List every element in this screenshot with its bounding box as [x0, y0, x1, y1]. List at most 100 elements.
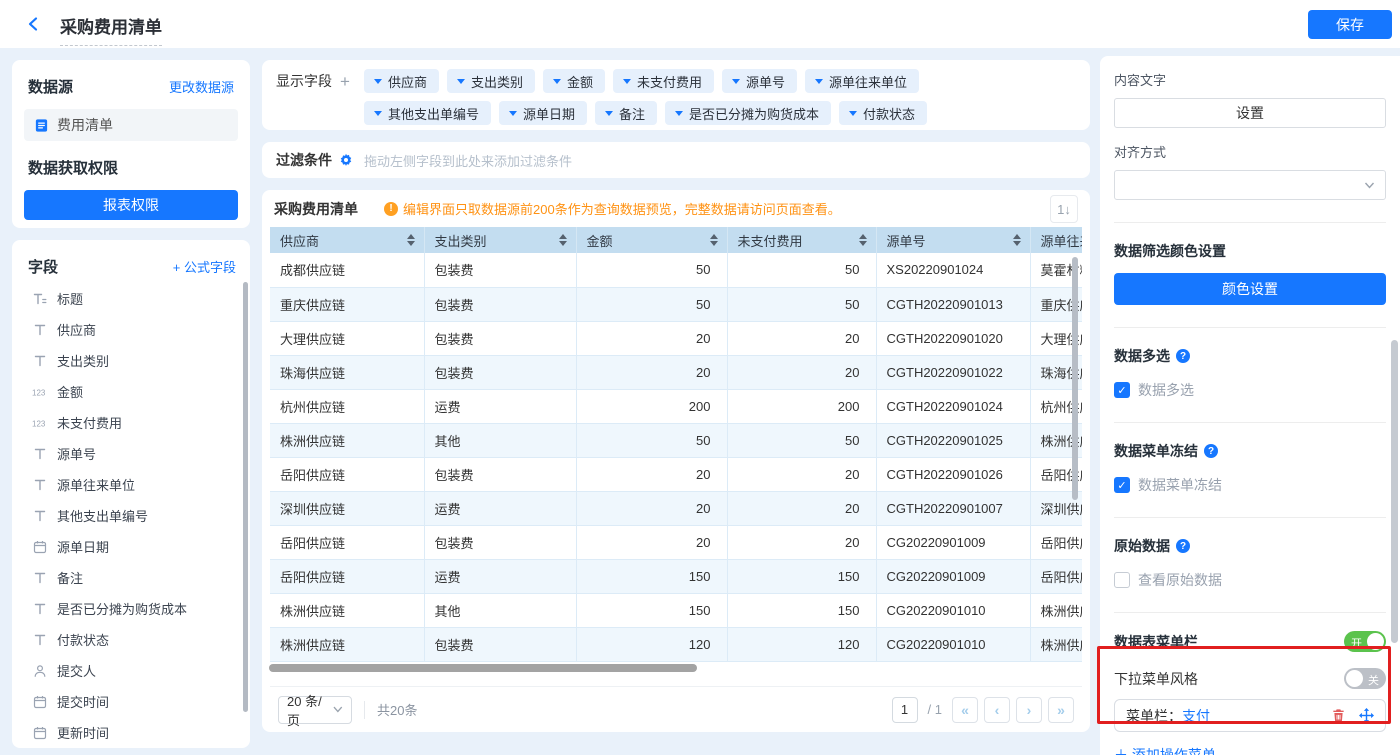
table-row[interactable]: 岳阳供应链包装费2020CG20220901009岳阳供应链	[270, 525, 1082, 559]
sort-arrows-icon[interactable]	[1013, 234, 1021, 246]
display-field-chip[interactable]: 源单日期	[499, 101, 587, 125]
display-field-chip[interactable]: 金额	[543, 69, 605, 93]
display-field-chip[interactable]: 供应商	[364, 69, 439, 93]
table-cell: 20	[727, 355, 876, 389]
table-row[interactable]: 深圳供应链运费2020CGTH20220901007深圳供应链	[270, 491, 1082, 525]
column-header[interactable]: 未支付费用	[727, 227, 876, 253]
field-item[interactable]: 123金额	[24, 376, 242, 407]
align-select[interactable]	[1114, 170, 1386, 200]
formula-field-link[interactable]: + 公式字段	[173, 257, 236, 276]
table-cell: 20	[576, 321, 727, 355]
color-settings-button[interactable]: 颜色设置	[1114, 273, 1386, 305]
field-item[interactable]: 源单号	[24, 438, 242, 469]
menu-item-value-link[interactable]: 支付	[1182, 706, 1210, 726]
table-row[interactable]: 重庆供应链包装费5050CGTH20220901013重庆供应链	[270, 287, 1082, 321]
menubar-toggle-on[interactable]: 开	[1344, 631, 1386, 652]
field-item[interactable]: 源单往来单位	[24, 469, 242, 500]
table-cell: 包装费	[424, 627, 576, 661]
filter-dropzone[interactable]: 过滤条件 拖动左侧字段到此处来添加过滤条件	[262, 142, 1090, 178]
table-row[interactable]: 株洲供应链其他5050CGTH20220901025株洲供应链	[270, 423, 1082, 457]
sort-arrows-icon[interactable]	[859, 234, 867, 246]
menu-item-row[interactable]: 菜单栏： 支付	[1114, 699, 1386, 732]
table-row[interactable]: 岳阳供应链运费150150CG20220901009岳阳供应链	[270, 559, 1082, 593]
column-header[interactable]: 金额	[576, 227, 727, 253]
dropdown-style-toggle-off[interactable]: 关	[1344, 668, 1386, 689]
change-datasource-link[interactable]: 更改数据源	[169, 77, 234, 96]
column-header[interactable]: 源单号	[876, 227, 1030, 253]
sort-order-icon[interactable]: 1↓	[1050, 195, 1078, 223]
page-number-input[interactable]: 1	[892, 697, 918, 723]
sort-arrows-icon[interactable]	[710, 234, 718, 246]
raw-data-checkbox-row[interactable]: 查看原始数据	[1114, 570, 1386, 590]
text-icon	[32, 633, 48, 647]
field-item[interactable]: 123未支付费用	[24, 407, 242, 438]
add-display-field-button[interactable]: +	[340, 73, 350, 90]
freeze-title: 数据菜单冻结 ?	[1114, 441, 1386, 461]
table-horizontal-scrollbar-thumb[interactable]	[269, 664, 697, 672]
checkbox-unchecked-icon[interactable]	[1114, 572, 1130, 588]
next-page-button[interactable]: ›	[1016, 697, 1042, 723]
column-header[interactable]: 支出类别	[424, 227, 576, 253]
display-field-chip[interactable]: 备注	[595, 101, 657, 125]
last-page-button[interactable]: »	[1048, 697, 1074, 723]
content-settings-button[interactable]: 设置	[1114, 98, 1386, 128]
field-item[interactable]: 更新时间	[24, 717, 242, 748]
fields-list: 标题供应商支出类别123金额123未支付费用源单号源单往来单位其他支出单编号源单…	[24, 283, 242, 748]
table-row[interactable]: 成都供应链包装费5050XS20220901024莫霍材料	[270, 253, 1082, 287]
table-row[interactable]: 岳阳供应链包装费2020CGTH20220901026岳阳供应链	[270, 457, 1082, 491]
table-row[interactable]: 珠海供应链包装费2020CGTH20220901022珠海供应链	[270, 355, 1082, 389]
table-cell: 包装费	[424, 355, 576, 389]
display-field-chip[interactable]: 支出类别	[447, 69, 535, 93]
table-cell: CGTH20220901026	[876, 457, 1030, 491]
page-scrollbar-thumb[interactable]	[1391, 340, 1398, 643]
column-header[interactable]: 源单往来单位	[1030, 227, 1082, 253]
table-row[interactable]: 杭州供应链运费200200CGTH20220901024杭州供应链	[270, 389, 1082, 423]
field-item[interactable]: 是否已分摊为购货成本	[24, 593, 242, 624]
page-size-select[interactable]: 20 条/页	[278, 696, 352, 724]
fields-scrollbar-thumb[interactable]	[243, 282, 248, 712]
table-vertical-scrollbar-thumb[interactable]	[1072, 257, 1078, 500]
table-cell: 株洲供应链	[270, 423, 424, 457]
checkbox-checked-icon[interactable]: ✓	[1114, 477, 1130, 493]
display-field-chip[interactable]: 源单号	[722, 69, 797, 93]
sort-arrows-icon[interactable]	[407, 234, 415, 246]
field-item[interactable]: 标题	[24, 283, 242, 314]
display-field-chip[interactable]: 是否已分摊为购货成本	[665, 101, 831, 125]
display-field-chip[interactable]: 付款状态	[839, 101, 927, 125]
field-item[interactable]: 备注	[24, 562, 242, 593]
question-icon[interactable]: ?	[1176, 349, 1190, 363]
table-row[interactable]: 株洲供应链包装费120120CG20220901010株洲供应链	[270, 627, 1082, 661]
table-cell: 运费	[424, 491, 576, 525]
question-icon[interactable]: ?	[1204, 444, 1218, 458]
freeze-checkbox-row[interactable]: ✓ 数据菜单冻结	[1114, 475, 1386, 495]
question-icon[interactable]: ?	[1176, 539, 1190, 553]
field-item[interactable]: 供应商	[24, 314, 242, 345]
datasource-item[interactable]: 费用清单	[24, 109, 238, 141]
display-field-chip[interactable]: 未支付费用	[613, 69, 714, 93]
column-header[interactable]: 供应商	[270, 227, 424, 253]
multi-select-checkbox-row[interactable]: ✓ 数据多选	[1114, 380, 1386, 400]
trash-icon[interactable]	[1331, 708, 1346, 723]
document-icon	[34, 118, 49, 133]
display-field-chip[interactable]: 其他支出单编号	[364, 101, 491, 125]
table-row[interactable]: 株洲供应链其他150150CG20220901010株洲供应链	[270, 593, 1082, 627]
field-item[interactable]: 付款状态	[24, 624, 242, 655]
back-icon[interactable]	[26, 16, 42, 32]
add-action-menu-link[interactable]: ＋ 添加操作菜单	[1114, 745, 1386, 755]
divider	[1114, 612, 1386, 613]
display-field-chip[interactable]: 源单往来单位	[805, 69, 919, 93]
save-button[interactable]: 保存	[1308, 10, 1392, 39]
field-item[interactable]: 提交时间	[24, 686, 242, 717]
field-item[interactable]: 其他支出单编号	[24, 500, 242, 531]
field-item[interactable]: 源单日期	[24, 531, 242, 562]
prev-page-button[interactable]: ‹	[984, 697, 1010, 723]
move-icon[interactable]	[1359, 708, 1374, 723]
table-row[interactable]: 大理供应链包装费2020CGTH20220901020大理供应链	[270, 321, 1082, 355]
field-item[interactable]: 支出类别	[24, 345, 242, 376]
gear-icon[interactable]	[339, 153, 353, 167]
field-item[interactable]: 提交人	[24, 655, 242, 686]
report-permission-button[interactable]: 报表权限	[24, 190, 238, 220]
first-page-button[interactable]: «	[952, 697, 978, 723]
sort-arrows-icon[interactable]	[559, 234, 567, 246]
checkbox-checked-icon[interactable]: ✓	[1114, 382, 1130, 398]
